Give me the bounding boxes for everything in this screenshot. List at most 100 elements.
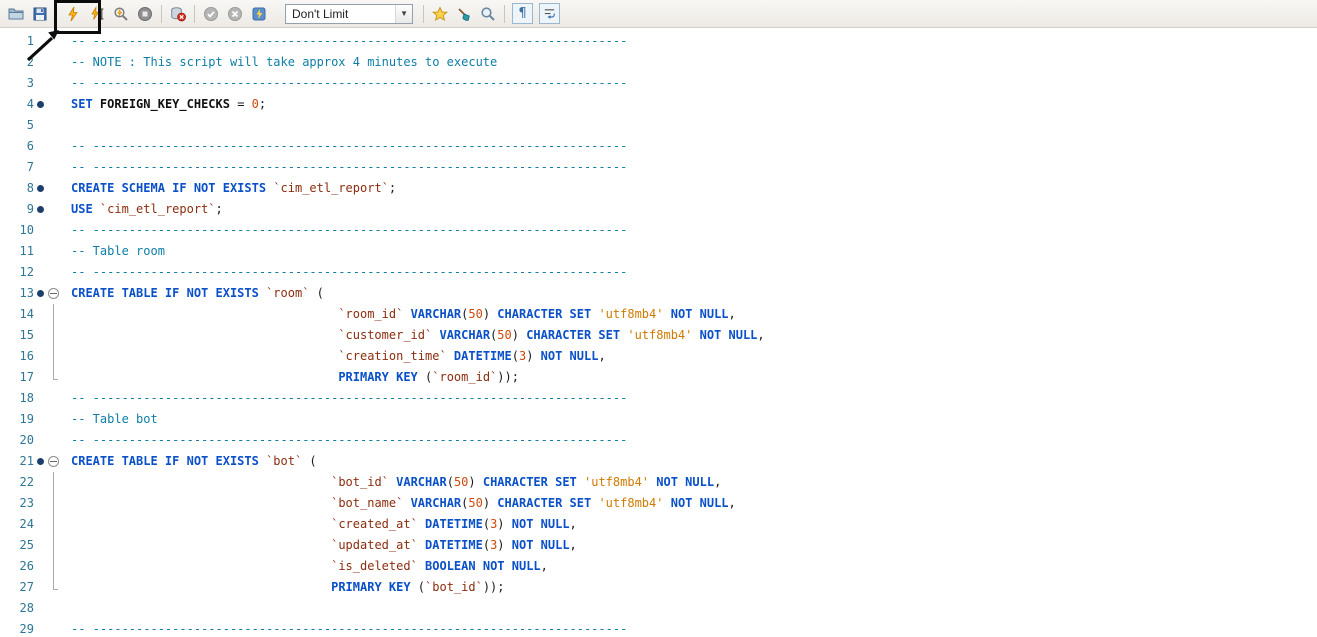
line-number: 16 [0, 346, 34, 367]
code-text: -- -------------------------------------… [61, 73, 627, 94]
code-line[interactable]: 3-- ------------------------------------… [0, 73, 1317, 94]
code-line[interactable]: 6-- ------------------------------------… [0, 136, 1317, 157]
code-line[interactable]: 1-- ------------------------------------… [0, 31, 1317, 52]
save-button[interactable] [28, 2, 52, 26]
code-line[interactable]: 16 `creation_time` DATETIME(3) NOT NULL, [0, 346, 1317, 367]
code-line[interactable]: 8CREATE SCHEMA IF NOT EXISTS `cim_etl_re… [0, 178, 1317, 199]
gutter-marker-column [34, 388, 47, 409]
code-line[interactable]: 23 `bot_name` VARCHAR(50) CHARACTER SET … [0, 493, 1317, 514]
fold-column [47, 199, 61, 220]
execute-current-statement-button[interactable] [85, 2, 109, 26]
execute-lightning-icon [65, 6, 81, 22]
code-line[interactable]: 14 `room_id` VARCHAR(50) CHARACTER SET '… [0, 304, 1317, 325]
code-line[interactable]: 17 PRIMARY KEY (`room_id`)); [0, 367, 1317, 388]
open-file-button[interactable] [4, 2, 28, 26]
line-number: 4 [0, 94, 34, 115]
code-text: `creation_time` DATETIME(3) NOT NULL, [61, 346, 606, 367]
code-line[interactable]: 12-- -----------------------------------… [0, 262, 1317, 283]
fold-column [47, 556, 61, 577]
toolbar-separator [504, 5, 505, 23]
fold-column [47, 535, 61, 556]
clean-editor-button[interactable] [452, 2, 476, 26]
line-number: 22 [0, 472, 34, 493]
code-line[interactable]: 13CREATE TABLE IF NOT EXISTS `room` ( [0, 283, 1317, 304]
code-text: `is_deleted` BOOLEAN NOT NULL, [61, 556, 548, 577]
line-number: 21 [0, 451, 34, 472]
fold-column [47, 262, 61, 283]
fold-column [47, 241, 61, 262]
code-line[interactable]: 11 -- Table room [0, 241, 1317, 262]
code-line[interactable]: 9USE `cim_etl_report`; [0, 199, 1317, 220]
line-number: 7 [0, 157, 34, 178]
rollback-button[interactable] [223, 2, 247, 26]
gutter-marker-column [34, 199, 47, 220]
limit-rows-dropdown[interactable]: Don't Limit ▼ [285, 4, 413, 24]
toggle-stop-on-error-button[interactable] [166, 2, 190, 26]
code-text: `bot_name` VARCHAR(50) CHARACTER SET 'ut… [61, 493, 736, 514]
code-line[interactable]: 21CREATE TABLE IF NOT EXISTS `bot` ( [0, 451, 1317, 472]
execute-script-button[interactable] [61, 2, 85, 26]
fold-column [47, 409, 61, 430]
line-number: 27 [0, 577, 34, 598]
find-magnifier-icon [480, 6, 496, 22]
fold-column [47, 367, 61, 388]
code-editor[interactable]: 1 -- ------------------------------------… [0, 28, 1317, 637]
line-number: 15 [0, 325, 34, 346]
code-line[interactable]: 19-- Table bot [0, 409, 1317, 430]
code-line[interactable]: 4SET FOREIGN_KEY_CHECKS = 0; [0, 94, 1317, 115]
gutter-marker-column [34, 556, 47, 577]
fold-column [47, 136, 61, 157]
fold-column [47, 31, 61, 52]
open-folder-icon [8, 6, 24, 22]
fold-column [47, 304, 61, 325]
code-line[interactable]: 28 [0, 598, 1317, 619]
code-line[interactable]: 27 PRIMARY KEY (`bot_id`)); [0, 577, 1317, 598]
fold-column [47, 325, 61, 346]
line-number: 28 [0, 598, 34, 619]
line-number: 17 [0, 367, 34, 388]
stop-query-button[interactable] [133, 2, 157, 26]
line-number: 26 [0, 556, 34, 577]
code-line[interactable]: 25 `updated_at` DATETIME(3) NOT NULL, [0, 535, 1317, 556]
code-line[interactable]: 5 [0, 115, 1317, 136]
code-line[interactable]: 15 `customer_id` VARCHAR(50) CHARACTER S… [0, 325, 1317, 346]
explain-plan-button[interactable] [109, 2, 133, 26]
find-button[interactable] [476, 2, 500, 26]
fold-marker[interactable] [47, 451, 61, 472]
gutter-marker-column [34, 451, 47, 472]
toolbar-separator [56, 5, 57, 23]
line-number: 11 [0, 241, 34, 262]
toggle-invisible-characters-button[interactable]: ¶ [512, 3, 533, 24]
line-number: 25 [0, 535, 34, 556]
code-text: -- -------------------------------------… [61, 388, 627, 409]
code-line[interactable]: 18-- -----------------------------------… [0, 388, 1317, 409]
code-line[interactable]: 20-- -----------------------------------… [0, 430, 1317, 451]
fold-marker[interactable] [47, 283, 61, 304]
code-text: USE `cim_etl_report`; [61, 199, 223, 220]
autocommit-icon [251, 6, 267, 22]
line-number: 1 [0, 31, 34, 52]
code-line[interactable]: 10-- -----------------------------------… [0, 220, 1317, 241]
commit-button[interactable] [199, 2, 223, 26]
code-text: -- Table room [61, 241, 165, 262]
code-text: CREATE SCHEMA IF NOT EXISTS `cim_etl_rep… [61, 178, 396, 199]
dropdown-caret-icon[interactable]: ▼ [395, 5, 412, 23]
line-number: 19 [0, 409, 34, 430]
beautify-script-button[interactable] [428, 2, 452, 26]
code-line[interactable]: 2-- NOTE : This script will take approx … [0, 52, 1317, 73]
gutter-marker-column [34, 577, 47, 598]
fold-column [47, 115, 61, 136]
gutter-marker-column [34, 73, 47, 94]
fold-column [47, 472, 61, 493]
gutter-marker-column [34, 136, 47, 157]
code-line[interactable]: 26 `is_deleted` BOOLEAN NOT NULL, [0, 556, 1317, 577]
code-line[interactable]: 7-- ------------------------------------… [0, 157, 1317, 178]
code-line[interactable]: 29-- -----------------------------------… [0, 619, 1317, 637]
fold-column [47, 157, 61, 178]
code-line[interactable]: 22 `bot_id` VARCHAR(50) CHARACTER SET 'u… [0, 472, 1317, 493]
line-number: 23 [0, 493, 34, 514]
toggle-autocommit-button[interactable] [247, 2, 271, 26]
toggle-word-wrap-button[interactable] [539, 3, 560, 24]
code-line[interactable]: 24 `created_at` DATETIME(3) NOT NULL, [0, 514, 1317, 535]
code-text: -- -------------------------------------… [61, 262, 627, 283]
